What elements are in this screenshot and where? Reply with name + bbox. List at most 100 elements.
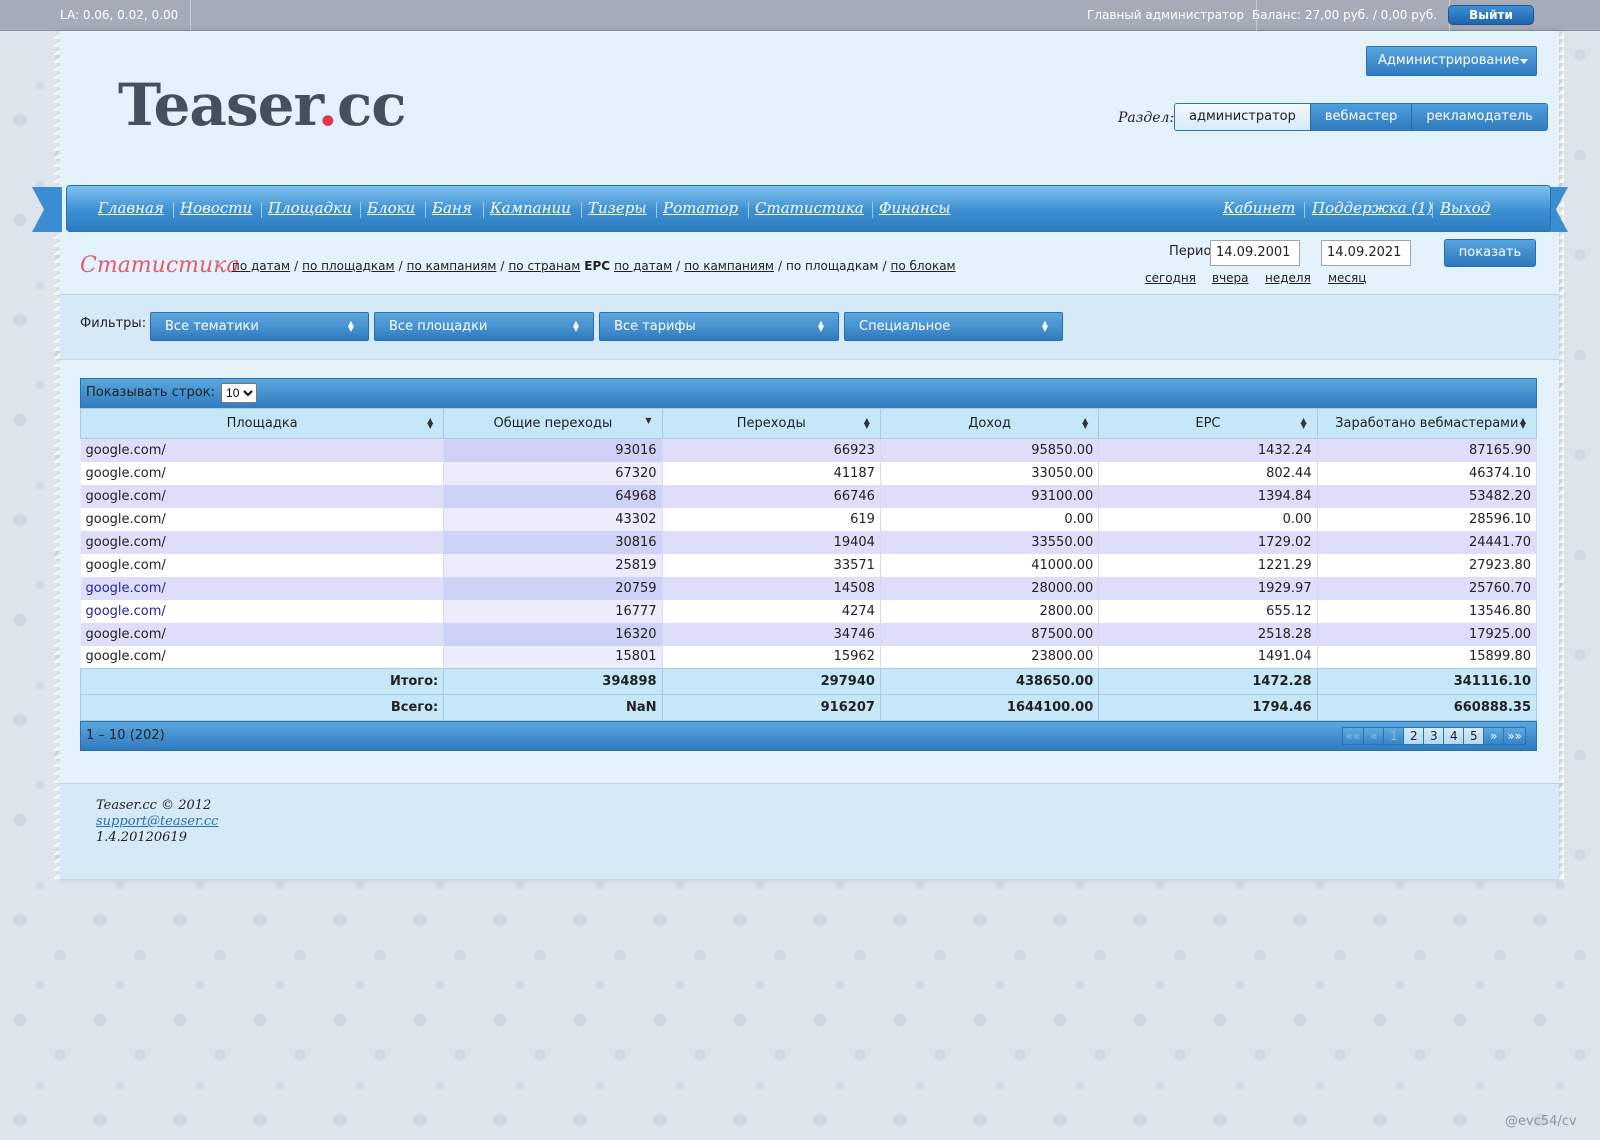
page-button[interactable]: » bbox=[1483, 727, 1505, 745]
nav-item-2[interactable]: Площадки bbox=[268, 186, 352, 231]
value-cell: 46374.10 bbox=[1317, 461, 1538, 485]
quick-month[interactable]: месяц bbox=[1328, 271, 1366, 285]
site-cell[interactable]: google.com/ bbox=[80, 438, 445, 462]
section-admin[interactable]: администратор bbox=[1175, 104, 1310, 130]
section-label: Раздел: bbox=[1118, 110, 1175, 126]
value-cell: 87165.90 bbox=[1317, 438, 1538, 462]
value-cell: 19404 bbox=[662, 530, 881, 554]
value-cell: 23800.00 bbox=[880, 645, 1100, 669]
main-nav: Главная Новости Площадки Блоки Баня Кампании Т… bbox=[66, 185, 1551, 232]
value-cell: 1432.24 bbox=[1098, 438, 1318, 462]
column-header[interactable]: Площадка ▲ ▼ bbox=[79, 408, 445, 439]
table-row: google.com/64968 66746 93100.00 1394.84 5348… bbox=[80, 484, 1538, 508]
page-button[interactable]: 3 bbox=[1423, 727, 1445, 745]
page-button[interactable]: »» bbox=[1503, 727, 1526, 745]
site-cell[interactable]: google.com/ bbox=[80, 645, 445, 669]
column-header[interactable]: Переходы ▲ ▼ bbox=[661, 408, 881, 439]
stats-link[interactable]: по странам bbox=[508, 259, 580, 273]
site-cell[interactable]: google.com/ bbox=[80, 507, 445, 531]
sort-icon: ▲ ▼ bbox=[1519, 416, 1526, 430]
page-button[interactable]: 5 bbox=[1463, 727, 1485, 745]
section-advertiser[interactable]: рекламодатель bbox=[1411, 104, 1547, 130]
nav-right-item-1[interactable]: Поддержка (1) bbox=[1312, 186, 1433, 231]
value-cell: 2518.28 bbox=[1098, 622, 1318, 646]
column-header[interactable]: Доход ▲ ▼ bbox=[879, 408, 1100, 439]
select-arrows-icon: ▲ ▼ bbox=[817, 319, 824, 333]
site-cell[interactable]: google.com/ bbox=[80, 530, 445, 554]
value-cell: 43302 bbox=[443, 507, 663, 531]
admin-dropdown[interactable]: Администрирование bbox=[1366, 46, 1537, 76]
quick-today[interactable]: сегодня bbox=[1145, 271, 1196, 285]
nav-item-8[interactable]: Статистика bbox=[755, 186, 864, 231]
value-cell: 1394.84 bbox=[1098, 484, 1318, 508]
value-cell: 15801 bbox=[443, 645, 663, 669]
user-role: Главный администратор bbox=[1075, 0, 1258, 31]
page-button[interactable]: «« bbox=[1341, 727, 1365, 745]
quick-yesterday[interactable]: вчера bbox=[1212, 271, 1249, 285]
logout-button[interactable]: Выйти bbox=[1448, 5, 1534, 25]
page-button[interactable]: « bbox=[1363, 727, 1385, 745]
column-header[interactable]: EPC ▲ ▼ bbox=[1098, 408, 1318, 439]
page-button[interactable]: 4 bbox=[1443, 727, 1465, 745]
value-cell: 66746 bbox=[662, 484, 881, 508]
value-cell: 13546.80 bbox=[1317, 599, 1538, 623]
page-button[interactable]: 2 bbox=[1403, 727, 1425, 745]
stats-subnav: по датам / по площадкам / по кампаниям / по ст… bbox=[232, 259, 960, 273]
nav-item-0[interactable]: Главная bbox=[98, 186, 164, 231]
stats-link[interactable]: по кампаниям bbox=[684, 259, 774, 273]
site-cell[interactable]: google.com/ bbox=[80, 553, 445, 577]
totals-value: 1794.46 bbox=[1098, 694, 1318, 721]
top-bar: LA: 0.06, 0.02, 0.00 Главный администрат… bbox=[0, 0, 1600, 31]
column-header[interactable]: Заработано вебмастерами ▲ ▼ bbox=[1316, 408, 1538, 439]
filter-tariffs[interactable]: Все тарифы ▲ ▼ bbox=[599, 312, 839, 341]
section-webmaster[interactable]: вебмастер bbox=[1309, 104, 1412, 130]
nav-item-4[interactable]: Баня bbox=[432, 186, 472, 231]
stats-link[interactable]: по датам bbox=[232, 259, 290, 273]
value-cell: 28596.10 bbox=[1317, 507, 1538, 531]
column-header[interactable]: Общие переходы ▼ bbox=[443, 408, 663, 439]
stats-link[interactable]: по кампаниям bbox=[407, 259, 497, 273]
site-cell[interactable]: google.com/ bbox=[80, 599, 445, 623]
nav-item-6[interactable]: Тизеры bbox=[588, 186, 647, 231]
nav-right-item-2[interactable]: Выход bbox=[1440, 186, 1490, 231]
stats-link[interactable]: по датам bbox=[614, 259, 672, 273]
nav-separator bbox=[1304, 202, 1305, 218]
filter-special[interactable]: Специальное ▲ ▼ bbox=[844, 312, 1063, 341]
show-button[interactable]: показать bbox=[1444, 239, 1536, 267]
rows-per-page-select[interactable]: 10 bbox=[221, 382, 258, 403]
value-cell: 1221.29 bbox=[1098, 553, 1318, 577]
totals-value: 1472.28 bbox=[1098, 668, 1318, 695]
value-cell: 25819 bbox=[443, 553, 663, 577]
value-cell: 41187 bbox=[662, 461, 881, 485]
nav-right-item-0[interactable]: Кабинет bbox=[1223, 186, 1295, 231]
nav-item-3[interactable]: Блоки bbox=[367, 186, 415, 231]
table-row: google.com/25819 33571 41000.00 1221.29 2792… bbox=[80, 553, 1538, 577]
support-email-link[interactable]: support@teaser.cc bbox=[96, 814, 218, 829]
value-cell: 1729.02 bbox=[1098, 530, 1318, 554]
date-to-input[interactable]: 14.09.2021 bbox=[1321, 240, 1411, 266]
site-cell[interactable]: google.com/ bbox=[80, 622, 445, 646]
site-cell[interactable]: google.com/ bbox=[80, 484, 445, 508]
totals-value: 1644100.00 bbox=[879, 694, 1100, 721]
nav-item-5[interactable]: Кампании bbox=[490, 186, 571, 231]
sort-icon: ▲ ▼ bbox=[427, 416, 434, 430]
table-row: google.com/93016 66923 95850.00 1432.24 8716… bbox=[80, 438, 1538, 462]
stats-link[interactable]: по блокам bbox=[891, 259, 956, 273]
table-row: google.com/67320 41187 33050.00 802.44 46374… bbox=[80, 461, 1538, 485]
value-cell: 27923.80 bbox=[1317, 553, 1538, 577]
table-row: google.com/30816 19404 33550.00 1729.02 2444… bbox=[80, 530, 1538, 554]
nav-item-1[interactable]: Новости bbox=[180, 186, 252, 231]
site-cell[interactable]: google.com/ bbox=[80, 576, 445, 600]
data-table: Площадка ▲ ▼ Общие переходы ▼ Переходы ▲ ▼ Доход… bbox=[79, 408, 1538, 721]
nav-item-7[interactable]: Ротатор bbox=[663, 186, 738, 231]
filter-topics[interactable]: Все тематики ▲ ▼ bbox=[150, 312, 369, 341]
quick-week[interactable]: неделя bbox=[1265, 271, 1311, 285]
nav-item-9[interactable]: Финансы bbox=[879, 186, 950, 231]
stats-link[interactable]: по площадкам bbox=[302, 259, 394, 273]
page-button[interactable]: 1 bbox=[1383, 727, 1405, 745]
filter-sites[interactable]: Все площадки ▲ ▼ bbox=[374, 312, 594, 341]
value-cell: 30816 bbox=[443, 530, 663, 554]
site-cell[interactable]: google.com/ bbox=[80, 461, 445, 485]
date-from-input[interactable]: 14.09.2001 bbox=[1210, 240, 1300, 266]
site-logo[interactable]: Teaser.cc bbox=[118, 71, 407, 139]
